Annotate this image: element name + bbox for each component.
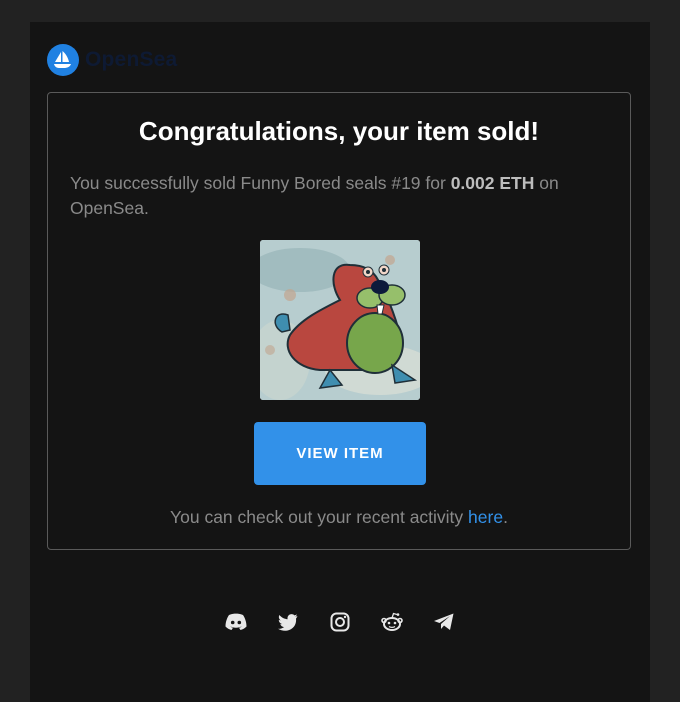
sale-price: 0.002 ETH [450, 173, 535, 193]
brand-header[interactable]: OpenSea [47, 44, 177, 76]
sale-card: Congratulations, your item sold! You suc… [47, 92, 631, 550]
instagram-icon[interactable] [328, 610, 352, 634]
brand-name: OpenSea [85, 48, 178, 71]
telegram-icon[interactable] [432, 610, 456, 634]
activity-line: You can check out your recent activity h… [48, 507, 630, 528]
activity-here-link[interactable]: here [468, 507, 503, 527]
social-links [30, 610, 650, 634]
sale-message: You successfully sold Funny Bored seals … [70, 171, 610, 221]
nft-image[interactable] [260, 240, 420, 400]
discord-icon[interactable] [224, 610, 248, 634]
reddit-icon[interactable] [380, 610, 404, 634]
message-prefix: You successfully sold Funny Bored seals … [70, 173, 451, 193]
activity-period: . [503, 507, 508, 527]
footer-text [70, 674, 610, 684]
email-container: OpenSea Congratulations, your item sold!… [30, 22, 650, 702]
activity-text: You can check out your recent activity [170, 507, 469, 527]
twitter-icon[interactable] [276, 610, 300, 634]
view-item-button[interactable]: VIEW ITEM [254, 422, 426, 485]
card-title: Congratulations, your item sold! [138, 116, 540, 146]
opensea-logo-icon [47, 44, 79, 76]
